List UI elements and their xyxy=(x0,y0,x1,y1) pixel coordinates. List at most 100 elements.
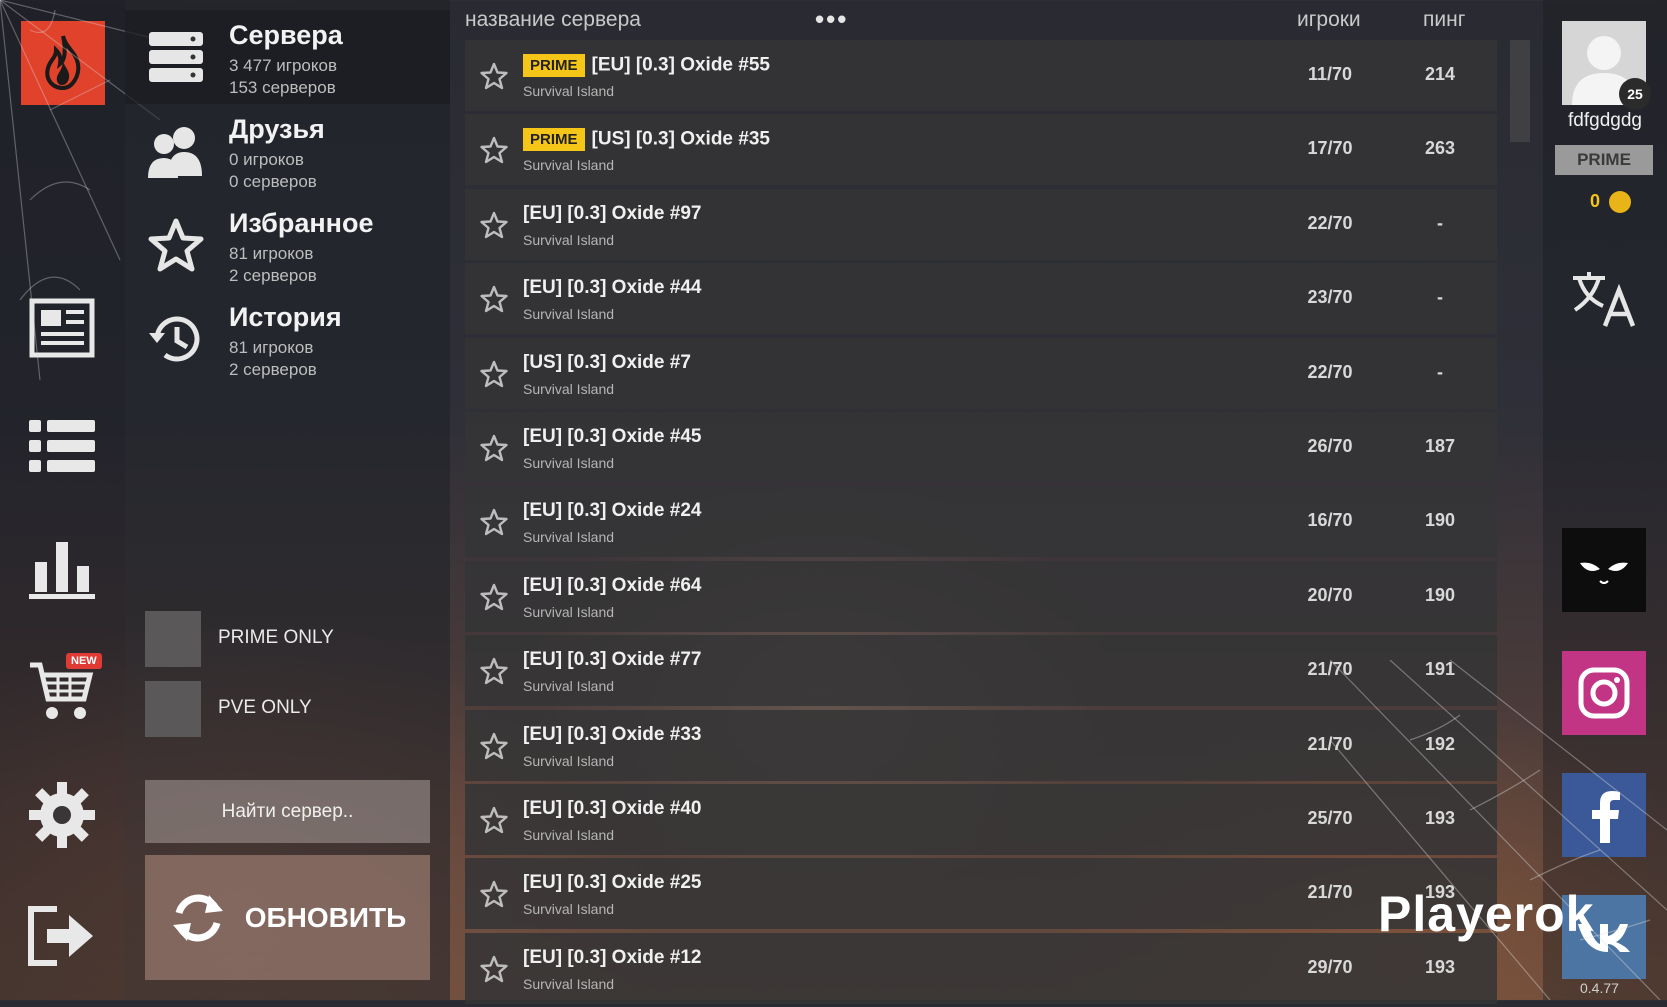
server-players: 17/70 xyxy=(1307,138,1353,159)
category-servers-count: 153 серверов xyxy=(229,78,336,97)
cat-face-icon xyxy=(1580,562,1628,584)
category-players: 0 игроков xyxy=(229,150,304,169)
server-row[interactable]: [EU] [0.3] Oxide #24 Survival Island 16/… xyxy=(465,486,1497,558)
server-row[interactable]: [EU] [0.3] Oxide #40 Survival Island 25/… xyxy=(465,783,1497,855)
server-name: [EU] [0.3] Oxide #24 xyxy=(523,500,702,522)
favorite-star-icon[interactable] xyxy=(479,656,509,686)
favorite-star-icon[interactable] xyxy=(479,507,509,537)
server-map: Survival Island xyxy=(523,454,615,471)
list-icon xyxy=(29,420,95,472)
server-list-nav[interactable] xyxy=(26,410,98,482)
server-players: 21/70 xyxy=(1307,733,1353,754)
category-friends[interactable]: Друзья 0 игроков 0 серверов xyxy=(125,104,450,198)
refresh-icon xyxy=(172,894,223,941)
app-logo[interactable] xyxy=(21,21,105,105)
server-players: 21/70 xyxy=(1307,659,1353,680)
stats-nav[interactable] xyxy=(26,532,98,604)
prime-only-label: PRIME ONLY xyxy=(218,627,334,648)
server-map: Survival Island xyxy=(523,231,615,248)
translate-icon xyxy=(1573,272,1636,327)
server-row[interactable]: PRIME [EU] [0.3] Oxide #55 Survival Islan… xyxy=(465,40,1497,111)
server-ping: - xyxy=(1437,361,1443,382)
instagram-button[interactable] xyxy=(1562,651,1646,735)
server-players: 26/70 xyxy=(1307,435,1353,456)
server-name: [EU] [0.3] Oxide #33 xyxy=(523,723,702,745)
server-row[interactable]: [EU] [0.3] Oxide #97 Survival Island 22/… xyxy=(465,188,1497,260)
favorite-star-icon[interactable] xyxy=(479,359,509,389)
playerok-social-button[interactable] xyxy=(1562,528,1646,612)
server-row[interactable]: [EU] [0.3] Oxide #12 Survival Island 29/… xyxy=(465,932,1497,1004)
newspaper-icon xyxy=(29,298,95,358)
logout-nav[interactable] xyxy=(26,900,98,972)
server-map: Survival Island xyxy=(523,306,615,323)
server-row[interactable]: [EU] [0.3] Oxide #44 Survival Island 23/… xyxy=(465,263,1497,335)
server-ping: 193 xyxy=(1424,956,1456,977)
servers-icon xyxy=(149,32,203,82)
column-ping-header[interactable]: пинг xyxy=(1423,8,1465,32)
server-name: [EU] [0.3] Oxide #77 xyxy=(523,649,702,671)
category-servers[interactable]: Сервера 3 477 игроков 153 серверов xyxy=(125,10,450,104)
level-badge: 25 xyxy=(1619,78,1651,110)
server-map: Survival Island xyxy=(523,901,615,918)
server-row[interactable]: [EU] [0.3] Oxide #25 Survival Island 21/… xyxy=(465,858,1497,930)
server-map: Survival Island xyxy=(523,83,615,99)
server-row[interactable]: [EU] [0.3] Oxide #64 Survival Island 20/… xyxy=(465,560,1497,632)
instagram-icon xyxy=(1578,667,1630,719)
server-ping: - xyxy=(1437,212,1443,233)
news-nav[interactable] xyxy=(26,292,98,364)
server-name: [EU] [0.3] Oxide #45 xyxy=(523,425,702,447)
favorite-star-icon[interactable] xyxy=(479,582,509,612)
pve-only-label: PVE ONLY xyxy=(218,697,312,718)
find-server-button[interactable]: Найти сервер.. xyxy=(145,780,430,843)
favorite-star-icon[interactable] xyxy=(479,210,509,240)
facebook-button[interactable] xyxy=(1562,773,1646,857)
favorite-star-icon[interactable] xyxy=(479,135,509,165)
server-list-header: название сервера ••• игроки пинг xyxy=(465,0,1500,40)
favorite-star-icon[interactable] xyxy=(479,61,509,91)
settings-nav[interactable] xyxy=(26,779,98,851)
favorite-star-icon[interactable] xyxy=(479,433,509,463)
version-label: 0.4.77 xyxy=(1580,980,1619,996)
favorite-star-icon[interactable] xyxy=(479,284,509,314)
server-name: [EU] [0.3] Oxide #64 xyxy=(523,574,702,596)
favorite-star-icon[interactable] xyxy=(479,805,509,835)
category-panel: Сервера 3 477 игроков 153 серверов Друзь… xyxy=(125,0,450,1000)
prime-only-checkbox[interactable] xyxy=(145,611,201,667)
server-players: 20/70 xyxy=(1307,584,1353,605)
column-players-header[interactable]: игроки xyxy=(1297,8,1361,32)
favorite-star-icon[interactable] xyxy=(479,954,509,984)
refresh-button[interactable]: ОБНОВИТЬ xyxy=(145,855,430,980)
server-map: Survival Island xyxy=(523,826,615,843)
server-row[interactable]: [EU] [0.3] Oxide #45 Survival Island 26/… xyxy=(465,411,1497,483)
new-badge: NEW xyxy=(66,653,102,669)
server-name: [EU] [0.3] Oxide #55 xyxy=(591,54,770,76)
category-favorites[interactable]: Избранное 81 игроков 2 серверов xyxy=(125,198,450,292)
server-row[interactable]: [EU] [0.3] Oxide #33 Survival Island 21/… xyxy=(465,709,1497,781)
prime-button[interactable]: PRIME xyxy=(1555,145,1653,175)
server-map: Survival Island xyxy=(523,678,615,695)
server-row[interactable]: [US] [0.3] Oxide #7 Survival Island 22/7… xyxy=(465,337,1497,409)
username: fdfgdgdg xyxy=(1568,110,1642,131)
language-button[interactable] xyxy=(1562,258,1646,342)
category-servers-count: 2 серверов xyxy=(229,266,317,285)
logout-icon xyxy=(28,906,93,966)
server-players: 23/70 xyxy=(1307,287,1353,308)
server-name: [EU] [0.3] Oxide #40 xyxy=(523,797,702,819)
column-name-header[interactable]: название сервера xyxy=(465,8,641,32)
favorite-star-icon[interactable] xyxy=(479,731,509,761)
server-map: Survival Island xyxy=(523,603,615,620)
server-ping: 190 xyxy=(1424,584,1456,605)
scrollbar-thumb[interactable] xyxy=(1510,40,1530,142)
pve-only-checkbox[interactable] xyxy=(145,681,201,737)
flame-icon xyxy=(45,35,81,91)
server-map: Survival Island xyxy=(523,380,615,397)
favorite-star-icon[interactable] xyxy=(479,879,509,909)
gear-icon xyxy=(29,782,95,848)
category-history[interactable]: История 81 игроков 2 серверов xyxy=(125,292,450,386)
server-row[interactable]: [EU] [0.3] Oxide #77 Survival Island 21/… xyxy=(465,635,1497,707)
server-row[interactable]: PRIME [US] [0.3] Oxide #35 Survival Islan… xyxy=(465,114,1497,186)
server-list: PRIME [EU] [0.3] Oxide #55 Survival Islan… xyxy=(465,40,1497,1007)
find-server-label: Найти сервер.. xyxy=(221,800,354,822)
more-options-button[interactable]: ••• xyxy=(815,4,848,35)
server-map: Survival Island xyxy=(523,157,615,174)
